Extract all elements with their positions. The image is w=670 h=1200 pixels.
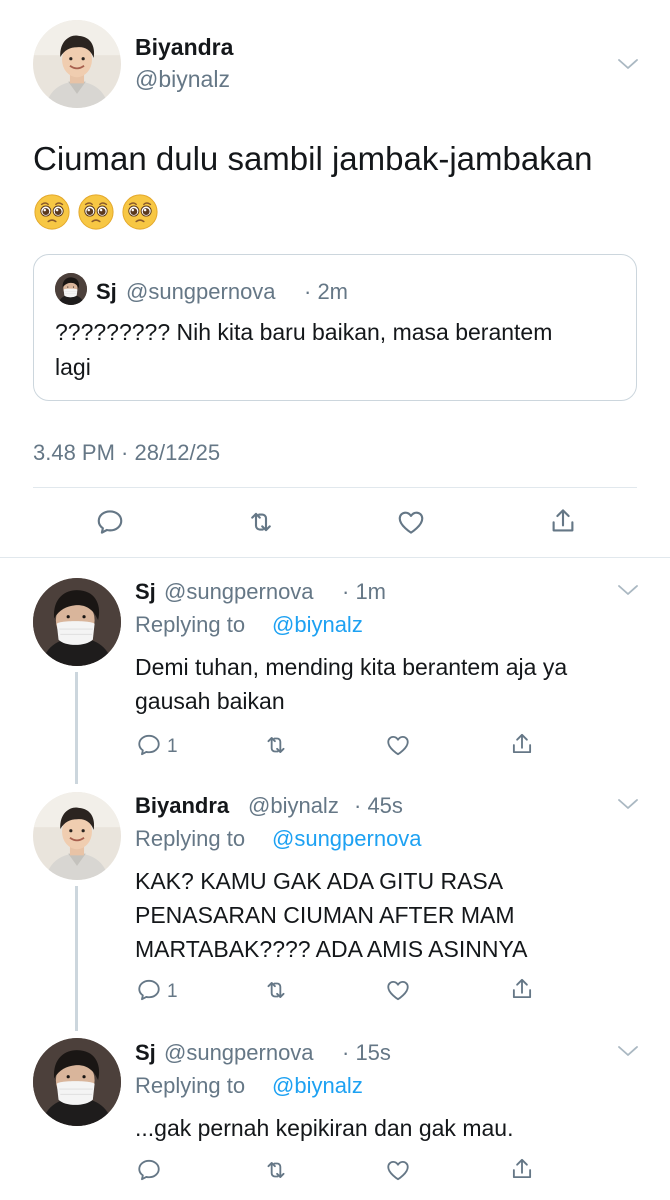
retweet-icon[interactable]: [262, 1157, 290, 1183]
like-icon[interactable]: [385, 1157, 411, 1183]
reply-text-line: PENASARAN CIUMAN AFTER MAM: [135, 902, 515, 928]
chevron-down-icon[interactable]: [617, 797, 639, 811]
replying-label: Replying to: [135, 1073, 246, 1098]
reply-icon[interactable]: [136, 977, 162, 1003]
reply-text-line: ...gak pernah kepikiran dan gak mau.: [135, 1115, 514, 1141]
tweet-timestamp: 3.48 PM · 28/12/25: [33, 440, 221, 465]
retweet-icon[interactable]: [262, 732, 290, 758]
reply-author-name[interactable]: Biyandra: [135, 793, 229, 819]
reply-icon[interactable]: [95, 507, 125, 537]
replying-to-link[interactable]: @biynalz: [272, 612, 363, 638]
reply-count: 1: [167, 981, 178, 1002]
reply-text-line: Demi tuhan, mending kita berantem aja ya: [135, 654, 568, 680]
like-icon[interactable]: [385, 977, 411, 1003]
reply-avatar[interactable]: [33, 1038, 121, 1126]
quoted-author-handle: @sungpernova: [126, 279, 276, 304]
reply-icon[interactable]: [136, 1157, 162, 1183]
like-icon[interactable]: [396, 507, 426, 537]
reply-author-handle[interactable]: @sungpernova: [164, 1040, 314, 1066]
quoted-time: · 2m: [304, 279, 348, 304]
share-icon[interactable]: [509, 975, 535, 1003]
retweet-icon[interactable]: [245, 507, 277, 537]
share-icon[interactable]: [548, 505, 578, 537]
quoted-author-name: Sj: [96, 279, 117, 304]
chevron-down-icon[interactable]: [617, 57, 639, 71]
like-icon[interactable]: [385, 732, 411, 758]
pleading-face-icon: [33, 193, 71, 231]
quoted-text-line: ????????? Nih kita baru baikan, masa ber…: [55, 319, 553, 345]
reply-text-line: KAK? KAMU GAK ADA GITU RASA: [135, 868, 504, 894]
quoted-text-line: lagi: [55, 354, 91, 380]
reply-count: 1: [167, 736, 178, 757]
reply-avatar[interactable]: [33, 578, 121, 666]
thread-line: [75, 886, 78, 1031]
reply-author-name[interactable]: Sj: [135, 579, 156, 605]
reply-author-name[interactable]: Sj: [135, 1040, 156, 1066]
replying-to-link[interactable]: @biynalz: [272, 1073, 363, 1099]
author-name[interactable]: Biyandra: [135, 34, 233, 61]
thread-line: [75, 672, 78, 784]
quoted-author-avatar: [55, 273, 87, 305]
replying-to-link[interactable]: @sungpernova: [272, 826, 422, 852]
divider: [0, 557, 670, 558]
chevron-down-icon[interactable]: [617, 1044, 639, 1058]
retweet-icon[interactable]: [262, 977, 290, 1003]
reply-author-handle[interactable]: @sungpernova: [164, 579, 314, 605]
tweet-emoji-row: [33, 193, 165, 231]
author-handle[interactable]: @biynalz: [135, 66, 230, 93]
pleading-face-icon: [121, 193, 159, 231]
reply-time: · 45s: [354, 793, 403, 818]
pleading-face-icon: [77, 193, 115, 231]
tweet-text: Ciuman dulu sambil jambak-jambakan: [33, 140, 593, 177]
replying-label: Replying to: [135, 612, 246, 637]
reply-text-line: MARTABAK???? ADA AMIS ASINNYA: [135, 936, 528, 962]
reply-text-line: gausah baikan: [135, 688, 285, 714]
author-avatar[interactable]: [33, 20, 121, 108]
reply-avatar[interactable]: [33, 792, 121, 880]
reply-time: · 1m: [342, 579, 386, 604]
share-icon[interactable]: [509, 1155, 535, 1183]
share-icon[interactable]: [509, 730, 535, 758]
chevron-down-icon[interactable]: [617, 583, 639, 597]
divider: [33, 487, 637, 488]
reply-author-handle[interactable]: @biynalz: [248, 793, 339, 819]
reply-time: · 15s: [342, 1040, 391, 1065]
reply-icon[interactable]: [136, 732, 162, 758]
replying-label: Replying to: [135, 826, 246, 851]
